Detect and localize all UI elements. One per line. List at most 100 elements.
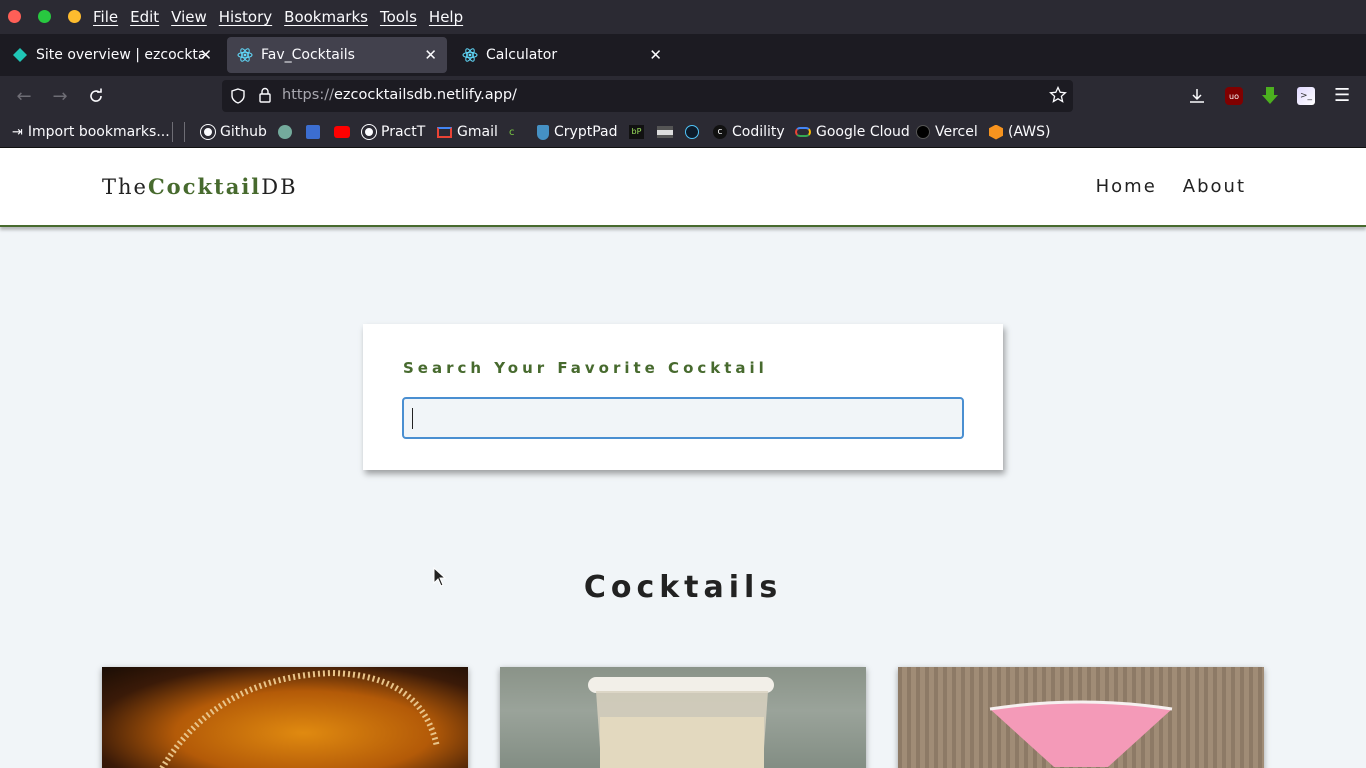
codility-icon: c bbox=[713, 125, 727, 139]
react-icon bbox=[237, 47, 253, 63]
mouse-cursor-icon bbox=[433, 567, 447, 587]
aws-icon bbox=[989, 124, 1003, 140]
minimize-window-icon[interactable] bbox=[68, 10, 81, 23]
menu-help[interactable]: Help bbox=[429, 8, 463, 26]
page-content: TheCocktailDB Home About Search Your Fav… bbox=[0, 148, 1366, 768]
menu-bookmarks[interactable]: Bookmarks bbox=[284, 8, 368, 26]
search-card: Search Your Favorite Cocktail bbox=[363, 324, 1003, 470]
close-tab-icon[interactable]: ✕ bbox=[424, 46, 437, 64]
bookmark-label: CryptPad bbox=[554, 124, 618, 140]
bookmark-label: Vercel bbox=[935, 124, 978, 140]
youtube-icon bbox=[334, 126, 350, 138]
url-scheme: https:// bbox=[282, 87, 334, 103]
ublock-extension-icon[interactable]: uo bbox=[1225, 87, 1243, 105]
menu-edit[interactable]: Edit bbox=[130, 8, 159, 26]
download-helper-extension-icon[interactable] bbox=[1261, 86, 1279, 110]
chatgpt-icon bbox=[278, 125, 292, 139]
bookmark-import[interactable]: ⇥ Import bookmarks... bbox=[12, 122, 170, 142]
url-text[interactable]: https://ezcocktailsdb.netlify.app/ bbox=[282, 87, 517, 103]
gmail-icon bbox=[437, 126, 452, 138]
bookmark-gmail[interactable]: Gmail bbox=[437, 122, 498, 142]
bookmark-chatgpt[interactable] bbox=[278, 122, 292, 142]
bookmark-youtube[interactable] bbox=[334, 122, 350, 142]
cocktail-glass-image bbox=[989, 700, 1173, 767]
cocktail-glass-image bbox=[588, 677, 774, 768]
import-icon: ⇥ bbox=[12, 124, 23, 140]
navigation-bar: ← → https://ezcocktailsdb.netlify.app/ u… bbox=[0, 76, 1366, 116]
hamburger-menu-icon[interactable]: ☰ bbox=[1334, 85, 1350, 106]
bookmark-separator bbox=[172, 122, 173, 142]
tab-calculator[interactable]: Calculator ✕ bbox=[452, 37, 672, 73]
cocktail-card-image[interactable] bbox=[500, 667, 866, 768]
tab-label: Calculator bbox=[486, 47, 558, 63]
menu-file[interactable]: File bbox=[93, 8, 118, 26]
tab-fav-cocktails[interactable]: Fav_Cocktails ✕ bbox=[227, 37, 447, 73]
downloads-icon[interactable] bbox=[1188, 87, 1206, 109]
bookmark-label: (AWS) bbox=[1008, 124, 1051, 140]
bookmark-bp[interactable]: bP bbox=[629, 122, 644, 142]
vercel-icon bbox=[916, 125, 930, 139]
menu-tools[interactable]: Tools bbox=[380, 8, 417, 26]
bookmark-google-cloud[interactable]: Google Cloud bbox=[795, 122, 910, 142]
close-tab-icon[interactable]: ✕ bbox=[649, 46, 662, 64]
url-host: ezcocktailsdb.netlify.app/ bbox=[333, 87, 517, 103]
bookmark-vercel[interactable]: Vercel bbox=[916, 122, 978, 142]
google-cloud-icon bbox=[795, 127, 811, 137]
bookmark-green-icon: c bbox=[509, 126, 515, 138]
bookmark-label: Import bookmarks... bbox=[27, 124, 170, 140]
cocktail-glass-image bbox=[158, 669, 440, 768]
tab-site-overview[interactable]: Site overview | ezcocktails ✕ bbox=[2, 37, 222, 73]
bookmarks-toolbar: ⇥ Import bookmarks... Github PractT Gmai… bbox=[0, 116, 1366, 148]
bookmark-round[interactable] bbox=[685, 122, 699, 142]
search-input[interactable] bbox=[402, 397, 964, 439]
bookmark-green[interactable]: c bbox=[509, 122, 515, 142]
menu-view[interactable]: View bbox=[171, 8, 207, 26]
site-logo[interactable]: TheCocktailDB bbox=[102, 174, 298, 199]
site-nav: Home About bbox=[1096, 176, 1246, 197]
lock-icon[interactable] bbox=[258, 87, 272, 107]
bookmark-codility[interactable]: c Codility bbox=[713, 122, 785, 142]
bookmark-blue[interactable] bbox=[306, 122, 320, 142]
bookmark-cryptpad[interactable]: CryptPad bbox=[537, 122, 617, 142]
tab-label: Fav_Cocktails bbox=[261, 47, 355, 63]
bookmark-blue-icon bbox=[306, 125, 320, 139]
bookmark-dark[interactable] bbox=[657, 122, 673, 142]
netlify-icon bbox=[12, 47, 28, 63]
logo-suffix: DB bbox=[261, 175, 298, 199]
close-tab-icon[interactable]: ✕ bbox=[199, 46, 212, 64]
bookmark-dark-icon bbox=[657, 126, 673, 138]
extension-icon[interactable]: >_ bbox=[1297, 87, 1315, 105]
tab-bar: Site overview | ezcocktails ✕ Fav_Cockta… bbox=[0, 34, 1366, 100]
bookmark-label: Github bbox=[220, 124, 267, 140]
bookmark-aws[interactable]: (AWS) bbox=[989, 122, 1050, 142]
menu-history[interactable]: History bbox=[219, 8, 272, 26]
github-icon bbox=[362, 125, 376, 139]
shield-icon[interactable] bbox=[230, 88, 246, 108]
bookmark-label: Codility bbox=[732, 124, 785, 140]
maximize-window-icon[interactable] bbox=[38, 10, 51, 23]
react-icon bbox=[462, 47, 478, 63]
forward-arrow-icon[interactable]: → bbox=[48, 84, 72, 108]
search-label: Search Your Favorite Cocktail bbox=[403, 359, 768, 377]
close-window-icon[interactable] bbox=[8, 10, 21, 23]
bookmark-star-icon[interactable] bbox=[1049, 85, 1067, 108]
nav-home-link[interactable]: Home bbox=[1096, 176, 1157, 197]
bookmark-round-icon bbox=[685, 125, 699, 139]
url-bar[interactable]: https://ezcocktailsdb.netlify.app/ bbox=[222, 80, 1073, 112]
cocktail-card-image[interactable] bbox=[898, 667, 1264, 768]
logo-bold: Cocktail bbox=[147, 174, 262, 199]
cryptpad-icon bbox=[537, 124, 549, 140]
text-caret bbox=[412, 408, 413, 429]
reload-icon[interactable] bbox=[84, 84, 108, 108]
back-arrow-icon[interactable]: ← bbox=[12, 84, 36, 108]
bookmark-bp-icon: bP bbox=[629, 125, 644, 139]
logo-prefix: The bbox=[102, 175, 148, 199]
section-title: Cocktails bbox=[583, 570, 783, 605]
menu-bar: File Edit View History Bookmarks Tools H… bbox=[0, 0, 1366, 34]
bookmark-practt[interactable]: PractT bbox=[362, 122, 425, 142]
github-icon bbox=[201, 125, 215, 139]
cocktail-card-image[interactable] bbox=[102, 667, 468, 768]
bookmark-github[interactable]: Github bbox=[201, 122, 267, 142]
bookmark-separator bbox=[184, 122, 185, 142]
nav-about-link[interactable]: About bbox=[1183, 176, 1246, 197]
